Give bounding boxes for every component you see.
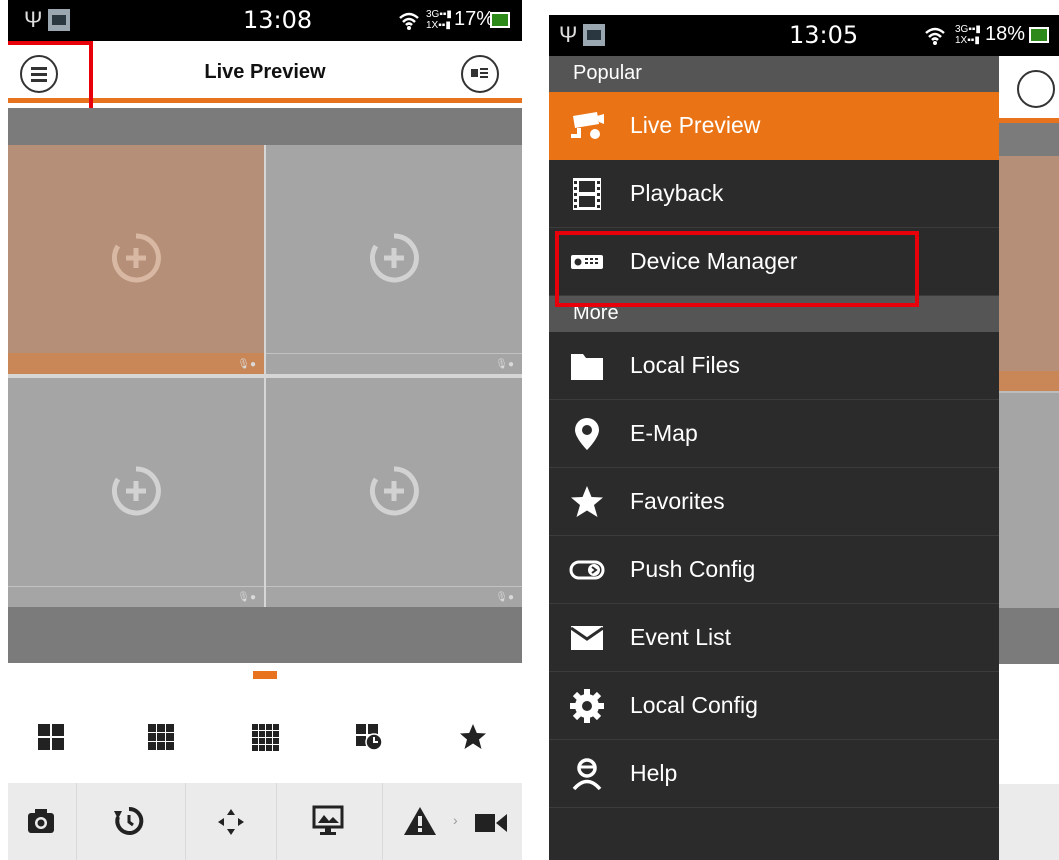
menu-button[interactable] <box>1017 70 1055 108</box>
layout-9-icon[interactable] <box>146 722 176 752</box>
mic-status-icon: 🎙● <box>495 359 514 370</box>
layout-4-icon[interactable] <box>36 722 66 752</box>
video-grid: 🎙● 🎙● 🎙● 🎙● <box>8 145 522 607</box>
menu-item-playback[interactable]: Playback <box>549 160 999 228</box>
notification-image-icon <box>48 9 70 31</box>
video-cell-1[interactable]: 🎙● <box>8 145 264 374</box>
camera-icon <box>28 809 54 833</box>
wifi-icon <box>925 27 945 45</box>
add-channel-icon <box>369 466 419 516</box>
bottom-gray-bar <box>8 607 522 663</box>
person-icon <box>572 758 602 791</box>
notification-image-icon <box>583 24 605 46</box>
alarm-icon <box>404 807 436 835</box>
add-channel-icon <box>369 233 419 283</box>
menu-item-push-config[interactable]: Push Config <box>549 536 999 604</box>
signal-icon: 3G▪▪▮ 1X▪▪▮ <box>955 24 981 46</box>
image-adjust-button[interactable] <box>277 783 383 860</box>
battery-icon <box>1029 27 1049 43</box>
menu-item-event-list[interactable]: Event List <box>549 604 999 672</box>
video-cell-3[interactable]: 🎙● <box>8 378 264 607</box>
refresh-icon <box>114 806 144 835</box>
ptz-move-icon <box>218 809 244 835</box>
video-record-icon[interactable] <box>474 811 508 835</box>
top-gray-bar <box>8 108 522 145</box>
add-channel-icon <box>111 466 161 516</box>
usb-icon: Ψ <box>24 7 43 32</box>
page-indicator <box>253 671 277 679</box>
menu-item-e-map[interactable]: E-Map <box>549 400 999 468</box>
bottom-toolbar: › <box>8 783 522 860</box>
channel-list-button[interactable] <box>461 55 499 93</box>
video-cell-2[interactable]: 🎙● <box>266 145 522 374</box>
status-time: 13:05 <box>789 21 859 49</box>
scroll-more-icon[interactable]: › <box>453 812 458 828</box>
add-channel-icon <box>111 233 161 283</box>
usb-icon: Ψ <box>559 22 578 47</box>
menu-item-local-files[interactable]: Local Files <box>549 332 999 400</box>
film-strip-icon <box>573 178 601 210</box>
video-list-icon <box>471 68 488 78</box>
status-bar: Ψ 13:05 3G▪▪▮ 1X▪▪▮ 18% <box>549 15 1059 56</box>
mic-status-icon: 🎙● <box>495 592 514 603</box>
toggle-icon <box>569 560 605 580</box>
envelope-icon <box>570 626 604 650</box>
battery-percent: 18% <box>985 23 1026 45</box>
menu-item-help[interactable]: Help <box>549 740 999 808</box>
mic-status-icon: 🎙● <box>237 359 256 370</box>
battery-percent: 17% <box>454 8 495 30</box>
schedule-icon[interactable] <box>354 722 384 752</box>
status-time: 13:08 <box>243 6 313 34</box>
menu-item-local-config[interactable]: Local Config <box>549 672 999 740</box>
battery-icon <box>490 12 510 28</box>
folder-icon <box>571 354 603 380</box>
live-preview-screen: Ψ 13:08 3G▪▪▮ 1X▪▪▮ 17% Live Preview 🎙● … <box>8 0 522 860</box>
side-menu-screen: Ψ 13:05 3G▪▪▮ 1X▪▪▮ 18% Popular Live Pre… <box>549 15 1059 860</box>
status-bar: Ψ 13:08 3G▪▪▮ 1X▪▪▮ 17% <box>8 0 522 41</box>
highlight-device-manager <box>555 231 919 307</box>
playback-instant-button[interactable] <box>77 783 186 860</box>
wifi-icon <box>399 12 419 30</box>
menu-item-live-preview[interactable]: Live Preview <box>549 92 999 160</box>
section-header-popular: Popular <box>549 56 999 92</box>
menu-item-favorites[interactable]: Favorites <box>549 468 999 536</box>
navigation-drawer: Popular Live Preview Playback Device Man… <box>549 56 999 860</box>
underlying-screen-peek[interactable] <box>999 56 1059 860</box>
video-cell-4[interactable]: 🎙● <box>266 378 522 607</box>
mic-status-icon: 🎙● <box>237 592 256 603</box>
ptz-button[interactable] <box>186 783 277 860</box>
snapshot-button[interactable] <box>8 783 77 860</box>
star-icon <box>571 486 603 517</box>
cctv-camera-icon <box>571 112 604 139</box>
star-icon[interactable] <box>458 722 488 752</box>
highlight-menu-button <box>8 41 93 117</box>
image-adjust-icon <box>312 805 344 835</box>
gear-icon <box>570 689 604 723</box>
map-pin-icon <box>575 418 599 450</box>
alarm-button[interactable] <box>383 783 453 860</box>
signal-icon: 3G▪▪▮ 1X▪▪▮ <box>426 9 452 31</box>
layout-16-icon[interactable] <box>250 722 280 752</box>
